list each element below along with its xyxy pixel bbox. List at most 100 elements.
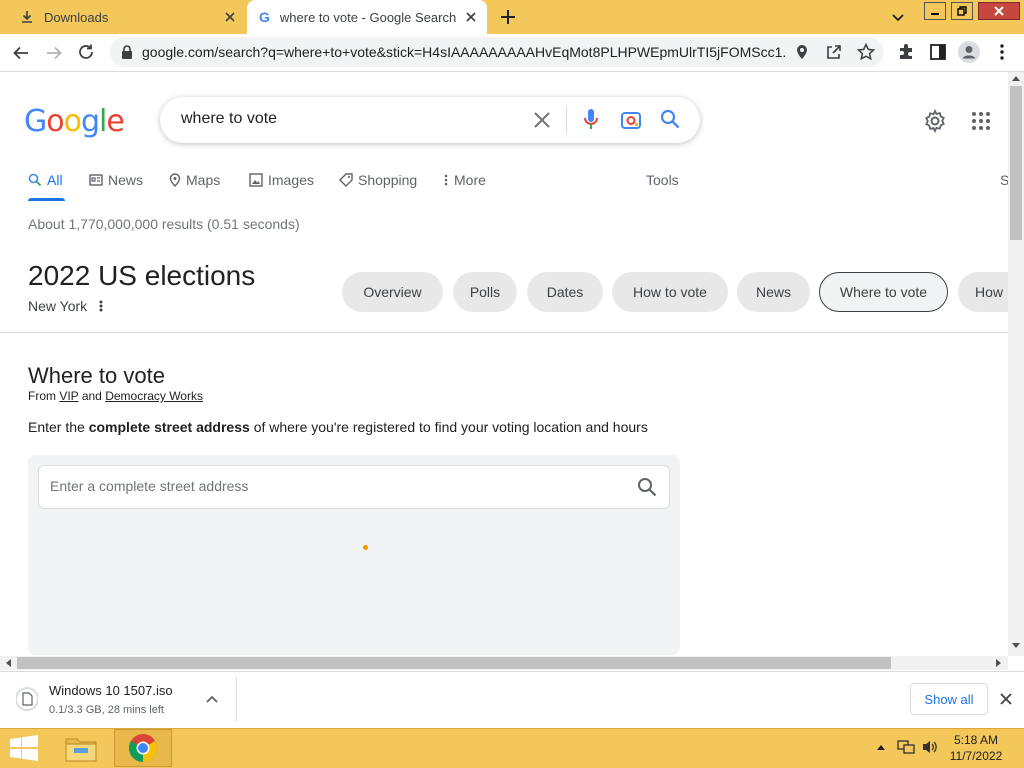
taskbar-clock[interactable]: 5:18 AM 11/7/2022 [940,732,1012,764]
tray-overflow-arrow-icon[interactable] [876,743,886,751]
tools-button[interactable]: Tools [646,172,679,188]
elections-location[interactable]: New York [28,298,103,314]
nav-tab-label: Shopping [358,172,418,188]
windows-start-icon[interactable] [9,735,39,761]
google-logo[interactable]: Google [24,104,125,139]
file-icon[interactable] [16,686,38,712]
settings-gear-icon[interactable] [923,109,947,133]
search-icon [28,173,42,187]
tab-downloads[interactable]: Downloads [0,0,246,34]
location-label: New York [28,298,88,314]
close-download-shelf-icon[interactable] [1000,693,1012,705]
bookmark-star-icon[interactable] [857,43,875,61]
nav-tab-all[interactable]: All [28,172,63,188]
loading-spinner [363,545,368,550]
where-to-vote-heading: Where to vote [28,363,165,388]
maximize-button[interactable] [951,2,973,20]
nav-tab-label: Images [268,172,314,188]
chip-where-to-vote[interactable]: Where to vote [819,272,948,312]
download-icon [20,10,34,24]
image-icon [249,173,263,187]
chip-overview[interactable]: Overview [342,272,443,312]
file-explorer-icon[interactable] [64,733,98,763]
address-instructions: Enter the complete street address of whe… [28,419,648,435]
lock-icon[interactable] [121,45,133,59]
result-stats: About 1,770,000,000 results (0.51 second… [28,216,300,232]
horizontal-scroll-thumb[interactable] [17,657,891,669]
nav-tab-more[interactable]: More [443,172,486,188]
share-icon[interactable] [825,43,843,61]
search-submit-icon[interactable] [660,109,680,129]
tab-search-chevron-icon[interactable] [890,9,906,25]
source-link-vip[interactable]: VIP [59,389,78,403]
chip-polls[interactable]: Polls [453,272,517,312]
scroll-down-arrow-icon[interactable] [1011,642,1021,650]
download-shelf [0,671,1024,727]
search-divider [566,106,567,134]
safesearch-cutoff[interactable]: S [1000,172,1008,188]
url-text[interactable]: google.com/search?q=where+to+vote&stick=… [142,44,787,60]
lens-camera-icon[interactable] [620,109,642,131]
nav-tab-maps[interactable]: Maps [169,172,220,188]
chip-dates[interactable]: Dates [527,272,603,312]
location-options-icon[interactable] [99,299,103,313]
map-pin-icon [169,173,181,187]
tab-label: Downloads [44,9,109,25]
nav-tab-shopping[interactable]: Shopping [339,172,417,188]
clock-date: 11/7/2022 [949,749,1003,763]
more-vert-icon [444,174,448,186]
vertical-scroll-thumb[interactable] [1010,86,1022,240]
address-search-icon[interactable] [637,477,657,497]
nav-tab-images[interactable]: Images [249,172,314,188]
google-favicon-icon: G [259,9,270,25]
tab-google-search[interactable]: G where to vote - Google Search [247,0,487,34]
source-attribution: From VIP and Democracy Works [28,389,203,403]
download-status: 0.1/3.3 GB, 28 mins left [49,704,164,716]
apps-grid-icon[interactable] [971,111,991,131]
profile-avatar-icon[interactable] [958,41,980,63]
source-link-democracy-works[interactable]: Democracy Works [105,389,203,403]
scroll-right-arrow-icon[interactable] [995,658,1003,668]
window-close-button[interactable] [978,2,1020,20]
elections-title: 2022 US elections [28,260,256,291]
address-input[interactable] [50,478,610,494]
new-tab-icon[interactable] [498,7,518,27]
nav-tab-label: More [454,172,486,188]
location-pin-icon[interactable] [795,44,809,60]
chip-how-to-vote[interactable]: How to vote [612,272,728,312]
scroll-up-arrow-icon[interactable] [1011,74,1021,82]
scroll-left-arrow-icon[interactable] [4,658,12,668]
nav-tab-label: News [108,172,144,188]
active-tab-indicator [28,198,65,201]
minimize-button[interactable] [924,2,946,20]
extensions-puzzle-icon[interactable] [897,43,915,61]
close-tab-icon[interactable] [463,9,479,25]
tag-icon [339,173,353,187]
clear-search-icon[interactable] [533,111,551,129]
search-query-text[interactable]: where to vote [181,110,277,128]
browser-menu-icon[interactable] [995,43,1009,61]
download-options-chevron-icon[interactable] [206,694,218,704]
close-tab-icon[interactable] [222,9,238,25]
download-filename[interactable]: Windows 10 1507.iso [49,683,173,698]
nav-tab-label: All [47,172,63,188]
chip-news[interactable]: News [737,272,810,312]
network-icon[interactable] [897,739,915,755]
chrome-icon [128,733,158,763]
tab-label: where to vote - Google Search [279,9,457,25]
nav-tab-news[interactable]: News [89,172,143,188]
reload-icon[interactable] [77,43,95,61]
download-separator [236,677,237,721]
volume-speaker-icon[interactable] [921,739,939,755]
side-panel-icon[interactable] [929,43,947,61]
section-divider [0,332,1008,333]
tools-label: Tools [646,172,679,188]
clock-time: 5:18 AM [953,733,999,747]
nav-tab-label: Maps [186,172,221,188]
chip-how-cutoff[interactable]: How [958,272,1008,312]
voice-search-mic-icon[interactable] [583,108,599,132]
news-icon [89,174,103,186]
forward-arrow-icon[interactable] [45,44,63,62]
show-all-button[interactable]: Show all [910,683,988,715]
back-arrow-icon[interactable] [12,44,30,62]
